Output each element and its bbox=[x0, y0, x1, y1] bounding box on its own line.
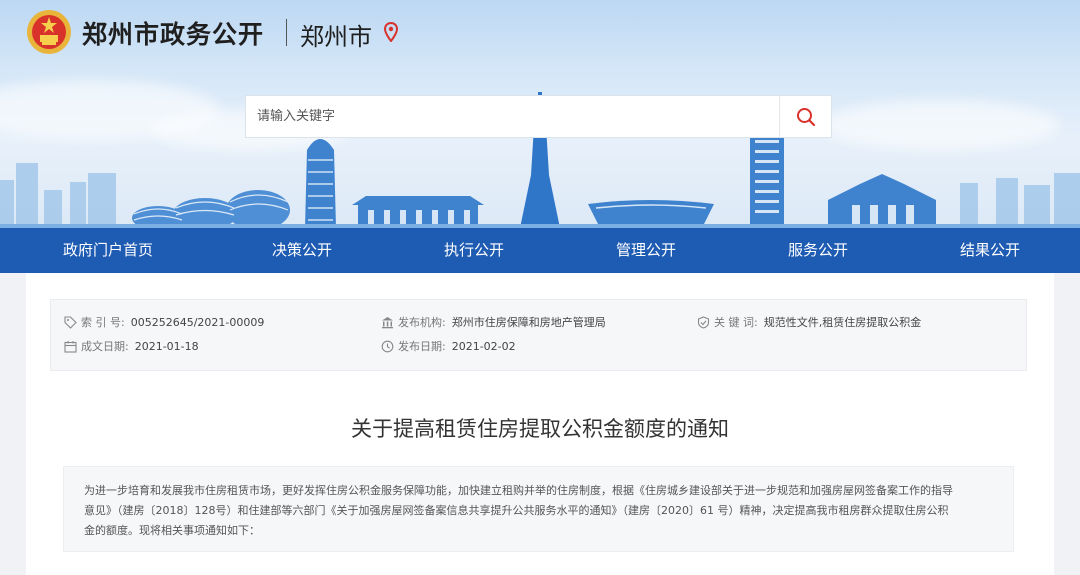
meta-index-label: 索 引 号: bbox=[81, 316, 125, 329]
meta-issuer-label: 发布机构: bbox=[398, 316, 446, 329]
meta-index: 索 引 号: 005252645/2021-00009 bbox=[64, 314, 264, 330]
meta-keywords: 关 键 词: 规范性文件,租赁住房提取公积金 bbox=[697, 314, 921, 330]
tag-icon bbox=[64, 315, 77, 329]
meta-index-value: 005252645/2021-00009 bbox=[130, 315, 265, 329]
meta-published-value: 2021-02-02 bbox=[451, 339, 516, 353]
search-box bbox=[245, 95, 832, 138]
document-body: 为进一步培育和发展我市住房租赁市场，更好发挥住房公积金服务保障功能，加快建立租购… bbox=[63, 466, 1014, 552]
calendar-icon bbox=[64, 340, 77, 353]
meta-keywords-value: 规范性文件,租赁住房提取公积金 bbox=[763, 316, 922, 329]
national-emblem-icon bbox=[27, 10, 71, 54]
main-nav: 政府门户首页 决策公开 执行公开 管理公开 服务公开 结果公开 bbox=[0, 228, 1080, 273]
meta-keywords-label: 关 键 词: bbox=[714, 316, 758, 329]
search-input[interactable] bbox=[246, 96, 779, 137]
title-divider bbox=[286, 19, 287, 46]
location-pin-icon[interactable] bbox=[384, 22, 398, 42]
nav-item-execution[interactable]: 执行公开 bbox=[388, 228, 560, 273]
meta-written-label: 成文日期: bbox=[81, 340, 129, 353]
search-icon bbox=[796, 107, 815, 126]
city-name[interactable]: 郑州市 bbox=[300, 17, 372, 52]
body-line: 金的额度。现将相关事项通知如下： bbox=[84, 524, 260, 537]
institution-icon bbox=[382, 316, 393, 328]
nav-item-result[interactable]: 结果公开 bbox=[904, 228, 1076, 273]
document-title: 关于提高租赁住房提取公积金额度的通知 bbox=[351, 417, 729, 441]
header-banner: 郑州市政务公开 郑州市 bbox=[0, 0, 1080, 228]
document-meta: 索 引 号: 005252645/2021-00009 发布机构: 郑州市住房保… bbox=[50, 299, 1027, 371]
nav-item-decision[interactable]: 决策公开 bbox=[216, 228, 388, 273]
nav-item-portal-home[interactable]: 政府门户首页 bbox=[0, 228, 216, 273]
meta-written-value: 2021-01-18 bbox=[134, 339, 199, 353]
meta-published-date: 发布日期: 2021-02-02 bbox=[381, 338, 516, 354]
meta-written-date: 成文日期: 2021-01-18 bbox=[64, 338, 199, 354]
search-button[interactable] bbox=[779, 96, 831, 137]
meta-issuer-value: 郑州市住房保障和房地产管理局 bbox=[451, 316, 606, 329]
meta-issuer: 发布机构: 郑州市住房保障和房地产管理局 bbox=[381, 314, 606, 330]
body-line: 意见》（建房〔2018〕128号）和住建部等六部门《关于加强房屋网签备案信息共享… bbox=[84, 504, 949, 517]
nav-item-management[interactable]: 管理公开 bbox=[560, 228, 732, 273]
meta-published-label: 发布日期: bbox=[398, 340, 446, 353]
site-title[interactable]: 郑州市政务公开 bbox=[82, 15, 264, 51]
body-line: 为进一步培育和发展我市住房租赁市场，更好发挥住房公积金服务保障功能，加快建立租购… bbox=[84, 484, 953, 497]
content-panel: 索 引 号: 005252645/2021-00009 发布机构: 郑州市住房保… bbox=[26, 273, 1054, 575]
nav-item-service[interactable]: 服务公开 bbox=[732, 228, 904, 273]
clock-icon bbox=[381, 340, 394, 352]
keyword-shield-icon bbox=[697, 315, 710, 329]
